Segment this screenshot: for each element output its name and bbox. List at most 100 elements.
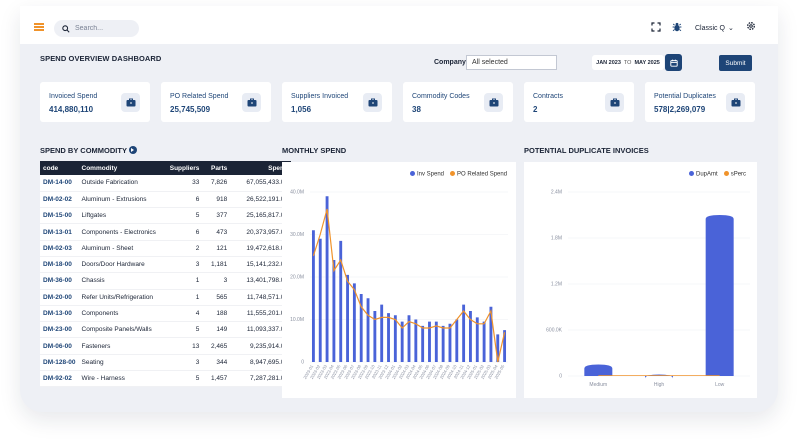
table-row[interactable]: DM-02-02 Aluminum - Extrusions 6 918 26,522,… [40, 191, 291, 209]
kpi-card[interactable]: PO Related Spend 25,745,509 [161, 82, 271, 122]
y-tick-label: 1.8M [551, 236, 562, 242]
table-row[interactable]: DM-18-00 Doors/Door Hardware 3 1,181 15,141,… [40, 256, 291, 274]
kpi-label: Suppliers Invoiced [291, 93, 349, 100]
date-from: JAN 2023 [596, 59, 621, 66]
cell-commodity: Components - Electronics [78, 223, 165, 241]
area-dupamt[interactable] [705, 215, 734, 376]
cell-code[interactable]: DM-20-00 [40, 289, 79, 306]
search-input[interactable] [75, 25, 135, 32]
duplicates-panel: DupAmt sPerc 0 600.0K 1.2M 1.8M 2.4M Medium Hi… [524, 162, 757, 398]
bar-inv-spend[interactable] [441, 325, 445, 362]
bar-inv-spend[interactable] [346, 274, 349, 362]
area-dupamt[interactable] [645, 374, 673, 379]
bar-inv-spend[interactable] [434, 321, 438, 362]
bug-icon[interactable] [672, 22, 682, 32]
bar-inv-spend[interactable] [421, 325, 425, 362]
cell-commodity: Liftgates [78, 207, 165, 225]
kpi-card[interactable]: Potential Duplicates 578|2,269,079 [645, 82, 755, 122]
bar-inv-spend[interactable] [380, 304, 384, 362]
company-label: Company [434, 59, 466, 66]
cell-parts: 149 [202, 321, 231, 339]
cell-commodity: Composite Panels/Walls [78, 321, 165, 339]
cell-commodity: Fasteners [78, 337, 165, 355]
cell-suppliers: 33 [164, 175, 203, 192]
bar-inv-spend[interactable] [387, 313, 390, 362]
table-row[interactable]: DM-06-00 Fasteners 13 2,465 9,235,914.00 [40, 337, 291, 355]
page-title: SPEND OVERVIEW DASHBOARD [40, 54, 162, 63]
search-box[interactable] [54, 20, 139, 37]
cell-commodity: Aluminum - Sheet [78, 240, 165, 257]
gear-icon[interactable] [746, 21, 756, 31]
bar-inv-spend[interactable] [332, 260, 336, 362]
bar-inv-spend[interactable] [366, 298, 370, 362]
arrow-right-circle-icon[interactable] [128, 146, 137, 154]
bar-inv-spend[interactable] [455, 319, 459, 363]
cell-suppliers: 5 [164, 370, 203, 388]
table-row[interactable]: DM-23-00 Composite Panels/Walls 5 149 11,093… [40, 321, 291, 339]
cell-code[interactable]: DM-13-01 [40, 223, 79, 241]
bar-inv-spend[interactable] [318, 238, 322, 362]
company-select[interactable]: All selected [466, 55, 557, 70]
cell-code[interactable]: DM-14-00 [40, 175, 79, 192]
cell-suppliers: 5 [164, 321, 203, 339]
x-tick-label: Low [715, 382, 725, 388]
bar-inv-spend[interactable] [448, 323, 452, 362]
kpi-value: 38 [412, 105, 421, 114]
table-row[interactable]: DM-13-01 Components - Electronics 6 473 20,3… [40, 223, 291, 241]
table-row[interactable]: DM-20-00 Refer Units/Refrigeration 1 565 11,… [40, 289, 291, 306]
kpi-card[interactable]: Contracts 2 [524, 82, 634, 122]
column-header-code[interactable]: code [40, 161, 79, 175]
cell-parts: 188 [202, 305, 231, 323]
bar-inv-spend[interactable] [414, 319, 418, 363]
briefcase-icon [242, 93, 261, 112]
submit-button[interactable]: Submit [719, 55, 752, 71]
cell-parts: 121 [202, 240, 231, 257]
calendar-button[interactable] [665, 54, 682, 71]
column-header-suppliers[interactable]: Suppliers [164, 161, 203, 175]
commodity-title: SPEND BY COMMODITY [40, 146, 137, 155]
cell-parts: 7,826 [202, 175, 231, 192]
bar-inv-spend[interactable] [482, 321, 486, 362]
cell-code[interactable]: DM-23-00 [40, 321, 79, 339]
table-row[interactable]: DM-128-00 Seating 3 344 8,947,695.00 [40, 354, 291, 372]
bar-inv-spend[interactable] [393, 315, 397, 362]
cell-code[interactable]: DM-06-00 [40, 337, 79, 355]
cell-code[interactable]: DM-02-03 [40, 240, 79, 257]
commodity-title-text: SPEND BY COMMODITY [40, 146, 127, 155]
hamburger-menu-icon[interactable] [34, 23, 44, 31]
user-name[interactable]: Classic Q [695, 25, 725, 32]
kpi-card[interactable]: Suppliers Invoiced 1,056 [282, 82, 392, 122]
table-row[interactable]: DM-15-00 Liftgates 5 377 25,165,817.00 [40, 207, 291, 225]
column-header-commodity[interactable]: Commodity [78, 161, 165, 175]
cell-commodity: Chassis [78, 272, 165, 290]
table-row[interactable]: DM-02-03 Aluminum - Sheet 2 121 19,472,618.0… [40, 240, 291, 257]
cell-suppliers: 13 [164, 337, 203, 355]
chevron-down-icon[interactable]: ⌄ [728, 24, 734, 32]
cell-code[interactable]: DM-02-02 [40, 191, 79, 209]
cell-suppliers: 6 [164, 223, 203, 241]
kpi-card[interactable]: Commodity Codes 38 [403, 82, 513, 122]
cell-code[interactable]: DM-36-00 [40, 272, 79, 290]
date-to: MAY 2025 [634, 59, 660, 66]
kpi-value: 1,056 [291, 105, 312, 114]
kpi-card[interactable]: Invoiced Spend 414,880,110 [40, 82, 150, 122]
fullscreen-icon[interactable] [651, 22, 661, 32]
date-range[interactable]: JAN 2023 TO MAY 2025 [592, 55, 664, 70]
table-row[interactable]: DM-92-02 Wire - Harness 5 1,457 7,287,281.00 [40, 370, 291, 388]
cell-parts: 918 [202, 191, 231, 209]
table-row[interactable]: DM-13-00 Components 4 188 11,555,201.00 [40, 305, 291, 323]
y-tick-label: 600.0K [546, 328, 563, 334]
cell-code[interactable]: DM-128-00 [40, 354, 79, 372]
cell-code[interactable]: DM-18-00 [40, 256, 79, 274]
briefcase-icon [726, 93, 745, 112]
column-header-parts[interactable]: Parts [202, 161, 231, 175]
area-dupamt[interactable] [584, 364, 613, 377]
table-row[interactable]: DM-36-00 Chassis 1 3 13,401,798.00 [40, 272, 291, 290]
cell-code[interactable]: DM-15-00 [40, 207, 79, 225]
bar-inv-spend[interactable] [352, 283, 356, 362]
bar-inv-spend[interactable] [311, 230, 315, 362]
cell-code[interactable]: DM-92-02 [40, 370, 79, 388]
cell-code[interactable]: DM-13-00 [40, 305, 79, 323]
cell-suppliers: 3 [164, 256, 203, 274]
table-row[interactable]: DM-14-00 Outside Fabrication 33 7,826 67,055… [40, 175, 291, 192]
